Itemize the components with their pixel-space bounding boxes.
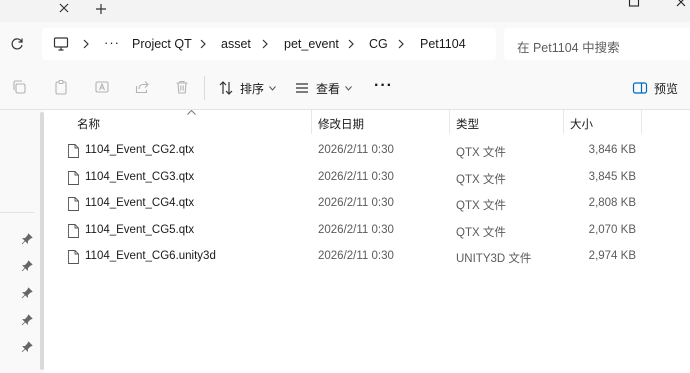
file-name: 1104_Event_CG4.qtx (85, 197, 195, 209)
more-options-button[interactable]: ··· (374, 77, 393, 95)
breadcrumb-pet1104[interactable]: Pet1104 (420, 37, 466, 51)
file-modified: 2026/2/11 0:30 (318, 250, 394, 262)
file-modified: 2026/2/11 0:30 (318, 144, 394, 156)
nav-scrollbar[interactable] (40, 112, 44, 370)
file-row[interactable]: 1104_Event_CG2.qtx 2026/2/11 0:30 QTX 文件… (48, 138, 690, 164)
chevron-right-icon[interactable] (347, 39, 355, 49)
breadcrumb-pet-event[interactable]: pet_event (284, 37, 339, 51)
sort-icon (219, 81, 233, 95)
file-type: QTX 文件 (456, 200, 506, 212)
file-type: UNITY3D 文件 (456, 253, 532, 265)
refresh-icon[interactable] (9, 36, 25, 52)
column-header-name[interactable]: 名称 (77, 116, 100, 132)
search-input[interactable]: 在 Pet1104 中搜索 (504, 28, 690, 60)
chevron-right-icon[interactable] (261, 39, 269, 49)
file-type: QTX 文件 (456, 174, 506, 186)
address-row: ··· Project QT asset pet_event CG Pet110… (0, 22, 690, 66)
file-type: QTX 文件 (456, 227, 506, 239)
column-divider[interactable] (641, 110, 642, 134)
copy-path-icon[interactable] (11, 79, 27, 95)
file-name: 1104_Event_CG2.qtx (85, 144, 195, 156)
view-lines-icon (296, 83, 308, 93)
file-size: 2,808 KB (588, 197, 636, 209)
paste-icon[interactable] (53, 79, 69, 95)
file-modified: 2026/2/11 0:30 (318, 171, 394, 183)
pin-icon (21, 233, 33, 245)
view-button[interactable]: 查看 (294, 76, 352, 100)
file-icon (68, 250, 79, 264)
pin-icon (21, 287, 33, 299)
search-placeholder: 在 Pet1104 中搜索 (517, 41, 620, 55)
breadcrumb-overflow[interactable]: ··· (104, 35, 120, 50)
file-size: 2,070 KB (588, 224, 636, 236)
file-row[interactable]: 1104_Event_CG6.unity3d 2026/2/11 0:30 UN… (48, 244, 690, 270)
column-divider[interactable] (311, 110, 312, 134)
chevron-right-icon[interactable] (82, 39, 90, 49)
toolbar-divider (204, 76, 205, 100)
file-icon (68, 144, 79, 158)
add-tab-icon[interactable] (94, 2, 108, 16)
column-header-type[interactable]: 类型 (456, 116, 479, 132)
file-icon (68, 171, 79, 185)
preview-pane-icon (632, 82, 648, 94)
file-list: 名称 修改日期 类型 大小 1104_Event_CG2.qtx 2026/2/… (48, 110, 690, 373)
maximize-icon[interactable] (628, 0, 640, 8)
nav-divider (0, 212, 34, 213)
file-icon (68, 197, 79, 211)
file-row[interactable]: 1104_Event_CG3.qtx 2026/2/11 0:30 QTX 文件… (48, 165, 690, 191)
pin-icon (21, 314, 33, 326)
file-size: 3,845 KB (588, 171, 636, 183)
breadcrumb-asset[interactable]: asset (221, 37, 251, 51)
address-bar[interactable]: ··· Project QT asset pet_event CG Pet110… (42, 28, 496, 60)
file-row[interactable]: 1104_Event_CG4.qtx 2026/2/11 0:30 QTX 文件… (48, 191, 690, 217)
column-header-size[interactable]: 大小 (570, 116, 593, 132)
file-modified: 2026/2/11 0:30 (318, 197, 394, 209)
pin-icon (21, 341, 33, 353)
sort-button[interactable]: 排序 (218, 76, 276, 100)
view-label: 查看 (316, 81, 341, 96)
chevron-right-icon[interactable] (397, 39, 405, 49)
breadcrumb-cg[interactable]: CG (369, 37, 388, 51)
preview-label: 预览 (654, 81, 679, 96)
sort-label: 排序 (240, 81, 265, 96)
column-divider[interactable] (563, 110, 564, 134)
title-bar (0, 0, 690, 22)
chevron-right-icon[interactable] (199, 39, 207, 49)
sort-ascending-icon (187, 110, 196, 115)
close-window-icon[interactable] (674, 0, 690, 8)
file-name: 1104_Event_CG3.qtx (85, 171, 195, 183)
column-header-modified[interactable]: 修改日期 (318, 116, 364, 132)
navigation-pane (0, 110, 44, 373)
column-header-row: 名称 修改日期 类型 大小 (48, 110, 690, 134)
file-type: QTX 文件 (456, 147, 506, 159)
command-bar: 排序 查看 ··· 预览 (0, 66, 690, 110)
chevron-down-icon (269, 85, 276, 91)
file-size: 2,974 KB (588, 250, 636, 262)
preview-pane-button[interactable]: 预览 (632, 76, 678, 100)
column-divider[interactable] (449, 110, 450, 134)
file-name: 1104_Event_CG5.qtx (85, 224, 195, 236)
delete-icon[interactable] (174, 79, 190, 95)
chevron-down-icon (345, 85, 352, 91)
pin-icon (21, 260, 33, 272)
file-modified: 2026/2/11 0:30 (318, 224, 394, 236)
file-name: 1104_Event_CG6.unity3d (85, 250, 216, 262)
file-icon (68, 224, 79, 238)
breadcrumb-project-qt[interactable]: Project QT (132, 37, 192, 51)
rename-icon[interactable] (94, 79, 110, 95)
file-row[interactable]: 1104_Event_CG5.qtx 2026/2/11 0:30 QTX 文件… (48, 218, 690, 244)
close-icon[interactable] (57, 2, 71, 16)
file-size: 3,846 KB (588, 144, 636, 156)
computer-icon[interactable] (53, 36, 69, 52)
share-icon[interactable] (134, 79, 150, 95)
